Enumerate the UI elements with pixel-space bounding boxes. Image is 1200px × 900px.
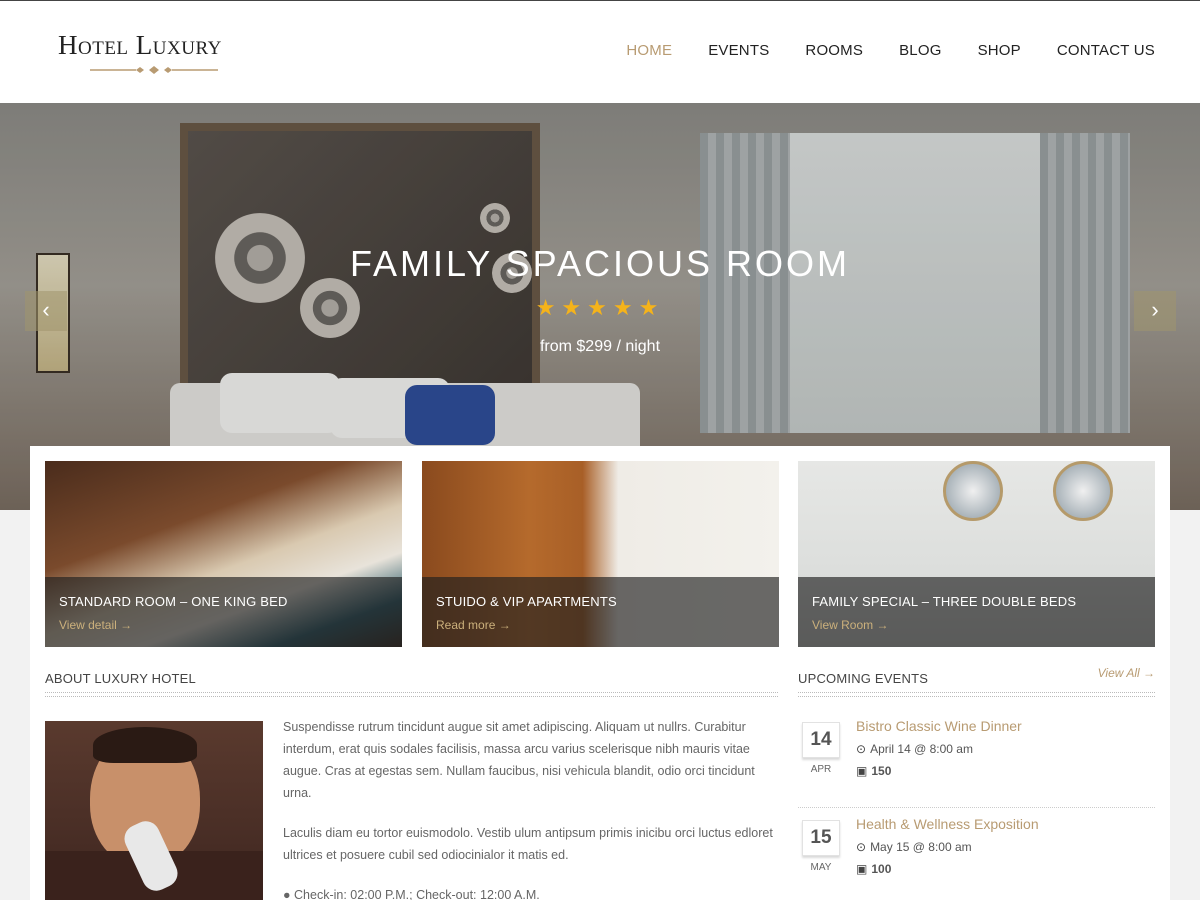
about-paragraph: Laculis diam eu tortor euismodolo. Vesti… bbox=[283, 826, 773, 862]
about-checkin: ● Check-in: 02:00 P.M.; Check-out: 12:00… bbox=[283, 888, 540, 900]
room-card[interactable]: STANDARD ROOM – ONE KING BED View detail… bbox=[45, 461, 402, 647]
slider-prev-button[interactable]: ‹ bbox=[25, 291, 67, 331]
event-item: 15 MAY Health & Wellness Exposition ⊙ May… bbox=[798, 814, 1155, 900]
clock-icon: ⊙ bbox=[856, 840, 867, 854]
content-panel: STANDARD ROOM – ONE KING BED View detail… bbox=[30, 446, 1170, 900]
chevron-right-icon: › bbox=[1151, 297, 1159, 322]
clock-icon: ⊙ bbox=[856, 742, 867, 756]
hero-rating-stars: ★★★★★ bbox=[535, 295, 665, 320]
nav-rooms[interactable]: ROOMS bbox=[805, 42, 863, 59]
about-paragraph: Suspendisse rutrum tincidunt augue sit a… bbox=[283, 720, 755, 800]
nav-blog[interactable]: BLOG bbox=[899, 42, 941, 59]
nav-contact-us[interactable]: CONTACT US bbox=[1057, 42, 1155, 59]
site-logo[interactable]: Hotel Luxury bbox=[58, 29, 258, 79]
event-seats-text: 100 bbox=[871, 862, 892, 876]
room-title: STANDARD ROOM – ONE KING BED bbox=[59, 594, 288, 609]
section-divider bbox=[45, 692, 778, 697]
event-date-day: 14 bbox=[802, 722, 840, 758]
section-divider bbox=[798, 692, 1155, 697]
hero-price: from $299 / night bbox=[539, 338, 661, 355]
room-card[interactable]: FAMILY SPECIAL – THREE DOUBLE BEDS View … bbox=[798, 461, 1155, 647]
event-title[interactable]: Bistro Classic Wine Dinner bbox=[856, 718, 1022, 734]
chevron-left-icon: ‹ bbox=[42, 297, 50, 322]
slider-next-button[interactable]: › bbox=[1134, 291, 1176, 331]
about-heading: ABOUT LUXURY HOTEL bbox=[45, 671, 196, 686]
photo-hair bbox=[93, 727, 197, 763]
room-caption: STUIDO & VIP APARTMENTS Read more → bbox=[422, 577, 779, 647]
ticket-icon: ▣ bbox=[856, 764, 868, 778]
event-date-day: 15 bbox=[802, 820, 840, 856]
event-seats: ▣ 150 bbox=[856, 764, 891, 778]
events-heading: UPCOMING EVENTS bbox=[798, 671, 929, 686]
nav-home[interactable]: HOME bbox=[626, 42, 672, 59]
room-image-decor bbox=[1053, 461, 1113, 521]
event-title[interactable]: Health & Wellness Exposition bbox=[856, 816, 1039, 832]
event-date-month: MAY bbox=[810, 862, 832, 873]
logo-text: Hotel Luxury bbox=[58, 30, 222, 60]
event-seats-text: 150 bbox=[871, 764, 892, 778]
event-item: 14 APR Bistro Classic Wine Dinner ⊙ April… bbox=[798, 716, 1155, 808]
event-time-text: April 14 @ 8:00 am bbox=[870, 742, 973, 756]
room-link[interactable]: Read more → bbox=[436, 618, 511, 632]
about-text: Suspendisse rutrum tincidunt augue sit a… bbox=[283, 716, 778, 900]
event-time: ⊙ May 15 @ 8:00 am bbox=[856, 840, 972, 854]
event-time-text: May 15 @ 8:00 am bbox=[870, 840, 972, 854]
room-title: FAMILY SPECIAL – THREE DOUBLE BEDS bbox=[812, 594, 1077, 609]
nav-events[interactable]: EVENTS bbox=[708, 42, 769, 59]
main-nav: HOME EVENTS ROOMS BLOG SHOP CONTACT US bbox=[590, 42, 1155, 59]
room-link[interactable]: View detail → bbox=[59, 618, 132, 632]
about-photo bbox=[45, 721, 263, 900]
room-title: STUIDO & VIP APARTMENTS bbox=[436, 594, 617, 609]
logo-ornament-icon bbox=[90, 66, 218, 74]
view-all-events-link[interactable]: View All → bbox=[1098, 666, 1155, 680]
room-card[interactable]: STUIDO & VIP APARTMENTS Read more → bbox=[422, 461, 779, 647]
room-caption: STANDARD ROOM – ONE KING BED View detail… bbox=[45, 577, 402, 647]
event-seats: ▣ 100 bbox=[856, 862, 891, 876]
ticket-icon: ▣ bbox=[856, 862, 868, 876]
site-header: Hotel Luxury HOME EVENTS ROOMS BLOG SHOP… bbox=[0, 0, 1200, 103]
event-time: ⊙ April 14 @ 8:00 am bbox=[856, 742, 973, 756]
room-caption: FAMILY SPECIAL – THREE DOUBLE BEDS View … bbox=[798, 577, 1155, 647]
room-image-decor bbox=[943, 461, 1003, 521]
event-date-month: APR bbox=[810, 764, 832, 775]
nav-shop[interactable]: SHOP bbox=[978, 42, 1021, 59]
hero-title: FAMILY SPACIOUS ROOM bbox=[349, 243, 851, 284]
room-link[interactable]: View Room → bbox=[812, 618, 888, 632]
